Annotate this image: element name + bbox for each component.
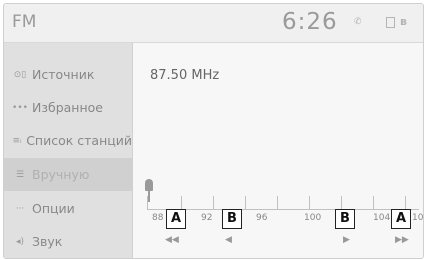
scale-label: 104 bbox=[373, 213, 391, 223]
sidebar-item-label: Опции bbox=[32, 201, 75, 216]
sidebar-item-source[interactable]: ⊙▯ Источник bbox=[4, 58, 132, 91]
options-icon: ··· bbox=[15, 203, 25, 214]
callout-label: A bbox=[166, 209, 186, 229]
scale-tick bbox=[309, 196, 310, 210]
scale-tick bbox=[181, 196, 182, 210]
sidebar-menu: ⊙▯ Источник ••• Избранное ≡ᵢ Список стан… bbox=[4, 43, 133, 258]
sidebar-item-label: Источник bbox=[32, 67, 95, 82]
step-forward-button[interactable]: ▶ bbox=[343, 235, 350, 245]
sidebar-item-sound[interactable]: ◂) Звук bbox=[4, 225, 132, 258]
scale-label: 88 bbox=[152, 213, 164, 223]
scale-label: 108 bbox=[412, 213, 424, 223]
frequency-display: 87.50 MHz bbox=[150, 68, 220, 83]
screen-title: FM bbox=[12, 12, 37, 32]
callout-label: B bbox=[222, 209, 242, 229]
sidebar-item-station-list[interactable]: ≡ᵢ Список станций bbox=[4, 124, 132, 157]
scale-tick bbox=[405, 196, 406, 210]
scale-tick bbox=[245, 196, 246, 210]
scale-label: 96 bbox=[256, 213, 268, 223]
frequency-scale[interactable] bbox=[147, 209, 419, 210]
sidebar-item-options[interactable]: ··· Опции bbox=[4, 192, 132, 225]
sound-icon: ◂) bbox=[15, 236, 25, 247]
tuning-marker-stem bbox=[148, 190, 150, 202]
sidebar-item-manual[interactable]: ☰ Вручную bbox=[4, 158, 132, 191]
seek-back-button[interactable]: ◀◀ bbox=[165, 235, 179, 245]
tuner-panel: 87.50 MHz 88 92 96 100 104 108 ◀◀ ◀ ▶ ▶▶… bbox=[133, 43, 423, 258]
callout-label: A bbox=[391, 209, 411, 229]
sidebar-item-label: Избранное bbox=[32, 100, 103, 115]
scale-tick bbox=[213, 196, 214, 210]
callout-label: B bbox=[335, 209, 355, 229]
scale-tick bbox=[341, 196, 342, 210]
sidebar-item-label: Список станций bbox=[26, 133, 132, 148]
phone-icon: ✆ bbox=[354, 17, 362, 27]
sidebar-item-label: Вручную bbox=[32, 167, 90, 182]
seek-forward-button[interactable]: ▶▶ bbox=[395, 235, 409, 245]
step-back-button[interactable]: ◀ bbox=[225, 235, 232, 245]
scale-label: 100 bbox=[304, 213, 322, 223]
bluetooth-icon: ʙ bbox=[400, 15, 407, 28]
favorites-icon: ••• bbox=[12, 102, 28, 113]
battery-icon bbox=[386, 17, 395, 28]
source-icon: ⊙▯ bbox=[13, 69, 27, 80]
clock: 6:26 bbox=[282, 9, 338, 35]
station-list-icon: ≡ᵢ bbox=[12, 135, 22, 146]
scale-label: 92 bbox=[201, 213, 213, 223]
sidebar-item-favorites[interactable]: ••• Избранное bbox=[4, 91, 132, 124]
scale-tick bbox=[373, 196, 374, 210]
scale-tick bbox=[277, 196, 278, 210]
sidebar-item-label: Звук bbox=[32, 234, 63, 249]
header-bar: FM 6:26 ✆ ʙ bbox=[4, 4, 423, 43]
manual-icon: ☰ bbox=[15, 169, 25, 180]
head-unit-screen: FM 6:26 ✆ ʙ ⊙▯ Источник ••• Избранное ≡ᵢ… bbox=[3, 3, 424, 259]
